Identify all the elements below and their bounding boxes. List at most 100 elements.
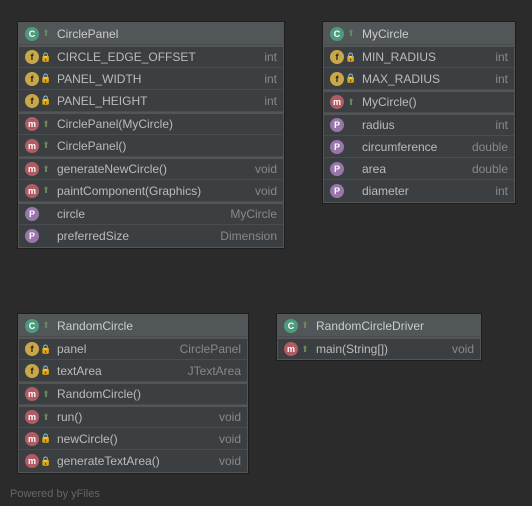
member-name: paintComponent(Graphics) bbox=[57, 184, 245, 198]
member-name: panel bbox=[57, 342, 170, 356]
class-name: MyCircle bbox=[362, 27, 508, 41]
class-header[interactable]: C⬆ CirclePanel bbox=[19, 23, 283, 45]
modifier-icon: ⬆ bbox=[41, 389, 51, 399]
member-row[interactable]: PpreferredSizeDimension bbox=[19, 225, 283, 247]
member-type: void bbox=[452, 342, 474, 356]
member-row[interactable]: Pareadouble bbox=[324, 158, 514, 180]
modifier-icon: 🔒 bbox=[41, 456, 51, 466]
class-random-circle[interactable]: C⬆RandomCirclef🔒panelCirclePanelf🔒textAr… bbox=[18, 314, 248, 473]
member-kind-icon: P bbox=[330, 140, 344, 154]
member-row[interactable]: m⬆MyCircle() bbox=[324, 90, 514, 113]
member-row[interactable]: f🔒CIRCLE_EDGE_OFFSETint bbox=[19, 45, 283, 68]
member-name: CirclePanel(MyCircle) bbox=[57, 117, 277, 131]
member-kind-icon: f bbox=[25, 342, 39, 356]
class-my-circle[interactable]: C⬆MyCirclef🔒MIN_RADIUSintf🔒MAX_RADIUSint… bbox=[323, 22, 515, 203]
member-kind-icon: P bbox=[25, 207, 39, 221]
member-row[interactable]: f🔒MAX_RADIUSint bbox=[324, 68, 514, 90]
member-kind-icon: m bbox=[25, 184, 39, 198]
member-kind-icon: f bbox=[25, 94, 39, 108]
modifier-icon bbox=[41, 209, 51, 219]
modifier-icon: ⬆ bbox=[346, 29, 356, 39]
member-kind-icon: P bbox=[330, 118, 344, 132]
class-circle-panel[interactable]: C⬆CirclePanelf🔒CIRCLE_EDGE_OFFSETintf🔒PA… bbox=[18, 22, 284, 248]
member-row[interactable]: m⬆run()void bbox=[19, 405, 247, 428]
member-name: textArea bbox=[57, 364, 178, 378]
class-name: RandomCircleDriver bbox=[316, 319, 474, 333]
modifier-icon: 🔒 bbox=[41, 366, 51, 376]
member-kind-icon: f bbox=[25, 72, 39, 86]
class-icon: C bbox=[25, 319, 39, 333]
class-icon: C bbox=[25, 27, 39, 41]
member-type: JTextArea bbox=[188, 364, 241, 378]
member-type: void bbox=[219, 432, 241, 446]
member-name: diameter bbox=[362, 184, 485, 198]
member-type: int bbox=[495, 118, 508, 132]
member-row[interactable]: m⬆RandomCircle() bbox=[19, 382, 247, 405]
member-name: MAX_RADIUS bbox=[362, 72, 485, 86]
member-row[interactable]: m🔒newCircle()void bbox=[19, 428, 247, 450]
member-row[interactable]: Pcircle MyCircle bbox=[19, 202, 283, 225]
member-row[interactable]: f🔒textAreaJTextArea bbox=[19, 360, 247, 382]
member-row[interactable]: Pdiameterint bbox=[324, 180, 514, 202]
modifier-icon: 🔒 bbox=[41, 344, 51, 354]
member-name: circle bbox=[57, 207, 220, 221]
member-row[interactable]: m⬆CirclePanel() bbox=[19, 135, 283, 157]
class-header[interactable]: C⬆ RandomCircleDriver bbox=[278, 315, 480, 337]
member-row[interactable]: Pcircumference double bbox=[324, 136, 514, 158]
member-name: circumference bbox=[362, 140, 462, 154]
member-name: PANEL_HEIGHT bbox=[57, 94, 254, 108]
member-row[interactable]: Pradius int bbox=[324, 113, 514, 136]
member-name: generateTextArea() bbox=[57, 454, 209, 468]
member-type: void bbox=[219, 454, 241, 468]
modifier-icon: ⬆ bbox=[300, 321, 310, 331]
class-header[interactable]: C⬆RandomCircle bbox=[19, 315, 247, 337]
member-kind-icon: P bbox=[330, 162, 344, 176]
member-row[interactable]: m⬆generateNewCircle()void bbox=[19, 157, 283, 180]
modifier-icon: ⬆ bbox=[41, 412, 51, 422]
member-type: CirclePanel bbox=[180, 342, 241, 356]
member-type: int bbox=[495, 72, 508, 86]
modifier-icon: ⬆ bbox=[346, 97, 356, 107]
member-row[interactable]: f🔒 panel CirclePanel bbox=[19, 337, 247, 360]
modifier-icon: ⬆ bbox=[41, 141, 51, 151]
member-type: int bbox=[264, 94, 277, 108]
class-header[interactable]: C⬆MyCircle bbox=[324, 23, 514, 45]
member-type: MyCircle bbox=[230, 207, 277, 221]
member-type: void bbox=[219, 410, 241, 424]
member-kind-icon: m bbox=[25, 139, 39, 153]
member-row[interactable]: m🔒generateTextArea()void bbox=[19, 450, 247, 472]
member-row[interactable]: f🔒 PANEL_HEIGHT int bbox=[19, 90, 283, 112]
member-row[interactable]: m⬆main(String[])void bbox=[278, 337, 480, 359]
class-icon: C bbox=[284, 319, 298, 333]
member-kind-icon: f bbox=[330, 50, 344, 64]
modifier-icon: 🔒 bbox=[41, 96, 51, 106]
modifier-icon bbox=[346, 186, 356, 196]
member-type: int bbox=[495, 50, 508, 64]
modifier-icon: 🔒 bbox=[41, 52, 51, 62]
member-name: main(String[]) bbox=[316, 342, 442, 356]
member-name: radius bbox=[362, 118, 485, 132]
member-type: int bbox=[495, 184, 508, 198]
member-kind-icon: f bbox=[25, 50, 39, 64]
member-type: void bbox=[255, 162, 277, 176]
modifier-icon: ⬆ bbox=[41, 29, 51, 39]
member-row[interactable]: f🔒PANEL_WIDTHint bbox=[19, 68, 283, 90]
modifier-icon: ⬆ bbox=[300, 344, 310, 354]
member-row[interactable]: m⬆CirclePanel(MyCircle) bbox=[19, 112, 283, 135]
member-kind-icon: P bbox=[25, 229, 39, 243]
member-kind-icon: m bbox=[25, 162, 39, 176]
member-name: CIRCLE_EDGE_OFFSET bbox=[57, 50, 254, 64]
member-kind-icon: m bbox=[25, 432, 39, 446]
member-row[interactable]: f🔒MIN_RADIUSint bbox=[324, 45, 514, 68]
modifier-icon: ⬆ bbox=[41, 119, 51, 129]
modifier-icon bbox=[346, 142, 356, 152]
member-kind-icon: m bbox=[330, 95, 344, 109]
class-random-circle-driver[interactable]: C⬆RandomCircleDriverm⬆main(String[])void bbox=[277, 314, 481, 360]
class-name: CirclePanel bbox=[57, 27, 277, 41]
member-type: int bbox=[264, 72, 277, 86]
member-type: double bbox=[472, 140, 508, 154]
modifier-icon: 🔒 bbox=[346, 52, 356, 62]
member-kind-icon: f bbox=[330, 72, 344, 86]
member-name: RandomCircle() bbox=[57, 387, 241, 401]
member-row[interactable]: m⬆paintComponent(Graphics)void bbox=[19, 180, 283, 202]
